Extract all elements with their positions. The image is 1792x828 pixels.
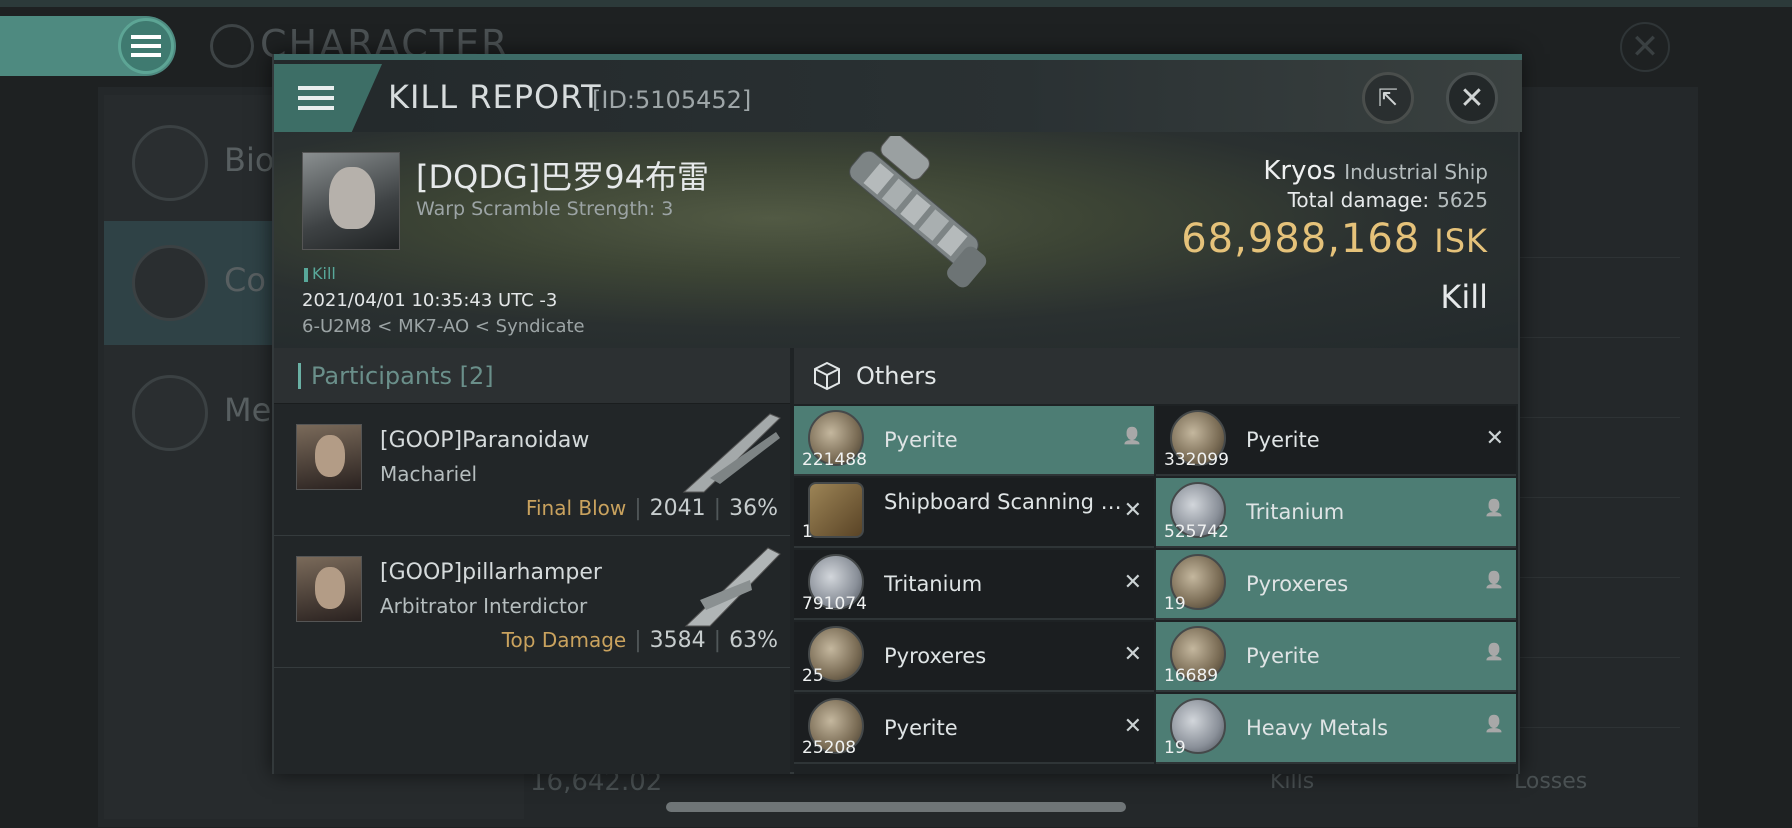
participant-stats: Final Blow | 2041 | 36%: [525, 496, 778, 521]
sidebar-item-label: Co: [224, 261, 266, 299]
item-quantity: 332099: [1164, 450, 1229, 470]
kill-location: 6-U2M8 < MK7-AO < Syndicate: [302, 316, 585, 337]
sidebar-item-label: Bio: [224, 141, 275, 179]
participant-row[interactable]: [GOOP]Paranoidaw Machariel Final Blow | 20…: [274, 404, 790, 536]
participant-ship-image: [684, 547, 781, 627]
destroyed-x-icon: ✕: [1123, 498, 1142, 523]
item-name: Pyerite: [884, 428, 958, 452]
item-quantity: 25208: [802, 738, 857, 758]
hamburger-icon: [298, 86, 334, 110]
kill-id: [ID:5105452]: [592, 86, 752, 114]
participant-ship: Arbitrator Interdictor: [380, 594, 588, 618]
destroyed-x-icon: ✕: [1123, 570, 1142, 595]
loot-item[interactable]: 1 Shipboard Scanning and...✕: [794, 478, 1154, 548]
participant-portrait[interactable]: [296, 556, 362, 622]
dropped-person-icon: 👤: [1484, 498, 1504, 517]
main-menu-button[interactable]: [118, 18, 174, 74]
participant-ship-image: [682, 413, 781, 493]
participant-row[interactable]: [GOOP]pillarhamper Arbitrator Interdicto…: [274, 536, 790, 668]
hamburger-icon: [131, 35, 161, 57]
horizontal-scrollbar[interactable]: [666, 802, 1126, 812]
character-icon: [210, 24, 254, 68]
victim-subtitle: Warp Scramble Strength: 3: [416, 198, 674, 220]
item-quantity: 19: [1164, 738, 1186, 758]
loot-item[interactable]: 19 Heavy Metals 👤: [1156, 694, 1516, 764]
loot-item[interactable]: 332099 Pyerite ✕: [1156, 406, 1516, 476]
total-damage: Total damage: 5625: [1287, 188, 1488, 212]
top-status-line: [0, 0, 1792, 7]
modal-menu-button[interactable]: [274, 64, 382, 132]
kill-type: Kill: [1440, 278, 1488, 316]
book-item-icon: [808, 482, 864, 538]
modal-header: KILL REPORT [ID:5105452] ⇱ ✕: [274, 60, 1522, 132]
item-quantity: 25: [802, 666, 824, 686]
destroyed-x-icon: ✕: [1123, 714, 1142, 739]
item-quantity: 525742: [1164, 522, 1229, 542]
participant-name: [GOOP]Paranoidaw: [380, 428, 590, 453]
ship-image[interactable]: [784, 136, 1004, 344]
background-losses-label: Losses: [1514, 769, 1588, 794]
destroyed-x-icon: ✕: [1485, 426, 1504, 451]
participant-ship: Machariel: [380, 462, 478, 486]
participants-panel: Participants [2] [GOOP]Paranoidaw Machar…: [274, 348, 790, 774]
dropped-person-icon: 👤: [1122, 426, 1142, 445]
menu-icon: [132, 125, 208, 201]
kill-report-modal: KILL REPORT [ID:5105452] ⇱ ✕ [DQDG]巴罗94布…: [272, 54, 1522, 774]
dropped-person-icon: 👤: [1484, 714, 1504, 733]
item-name: Heavy Metals: [1246, 716, 1389, 740]
others-panel: Others 221488 Pyerite 👤 332099 Pyerite ✕ 1 Ship…: [794, 348, 1518, 774]
loot-item[interactable]: 791074 Tritanium ✕: [794, 550, 1154, 620]
loot-item[interactable]: 16689 Pyerite 👤: [1156, 622, 1516, 692]
close-icon: ✕: [1630, 27, 1660, 67]
star-icon: [132, 375, 208, 451]
kill-tag: Kill: [304, 264, 336, 283]
item-quantity: 221488: [802, 450, 867, 470]
item-name: Tritanium: [1246, 500, 1345, 524]
item-quantity: 16689: [1164, 666, 1219, 686]
item-quantity: 1: [802, 522, 813, 542]
cube-icon: [814, 361, 840, 391]
external-link-icon: ⇱: [1377, 84, 1399, 112]
item-name: Pyerite: [1246, 644, 1320, 668]
participant-portrait[interactable]: [296, 424, 362, 490]
loot-item[interactable]: 525742 Tritanium 👤: [1156, 478, 1516, 548]
item-name: Pyroxeres: [884, 644, 987, 668]
crossed-swords-icon: [132, 245, 208, 321]
others-header: Others: [794, 348, 1518, 404]
ship-name[interactable]: Kryos Industrial Ship: [1263, 156, 1488, 186]
item-quantity: 19: [1164, 594, 1186, 614]
loot-item[interactable]: 25208 Pyerite ✕: [794, 694, 1154, 764]
participants-header: Participants [2]: [274, 348, 790, 404]
dropped-person-icon: 👤: [1484, 570, 1504, 589]
item-name: Pyroxeres: [1246, 572, 1349, 596]
participant-name: [GOOP]pillarhamper: [380, 560, 602, 585]
item-name: Pyerite: [1246, 428, 1320, 452]
isk-value: 68,988,168 ISK: [1181, 216, 1488, 262]
item-name: Pyerite: [884, 716, 958, 740]
kill-datetime: 2021/04/01 10:35:43 UTC -3: [302, 290, 558, 311]
destroyed-x-icon: ✕: [1123, 642, 1142, 667]
item-quantity: 791074: [802, 594, 867, 614]
loot-item[interactable]: 25 Pyroxeres ✕: [794, 622, 1154, 692]
item-name: Tritanium: [884, 572, 983, 596]
close-button[interactable]: ✕: [1446, 72, 1498, 124]
background-close-button[interactable]: ✕: [1620, 22, 1670, 72]
loot-item[interactable]: 19 Pyroxeres 👤: [1156, 550, 1516, 620]
modal-title: KILL REPORT: [388, 78, 602, 116]
victim-portrait[interactable]: [302, 152, 400, 250]
share-button[interactable]: ⇱: [1362, 72, 1414, 124]
victim-name[interactable]: [DQDG]巴罗94布雷: [416, 152, 709, 198]
participant-stats: Top Damage | 3584 | 63%: [501, 628, 778, 653]
item-name: Shipboard Scanning and...: [884, 490, 1124, 514]
victim-banner: [DQDG]巴罗94布雷 Warp Scramble Strength: 3 K…: [274, 132, 1518, 348]
loot-item[interactable]: 221488 Pyerite 👤: [794, 406, 1154, 476]
dropped-person-icon: 👤: [1484, 642, 1504, 661]
close-icon: ✕: [1459, 80, 1485, 116]
sidebar-item-label: Me: [224, 391, 272, 429]
